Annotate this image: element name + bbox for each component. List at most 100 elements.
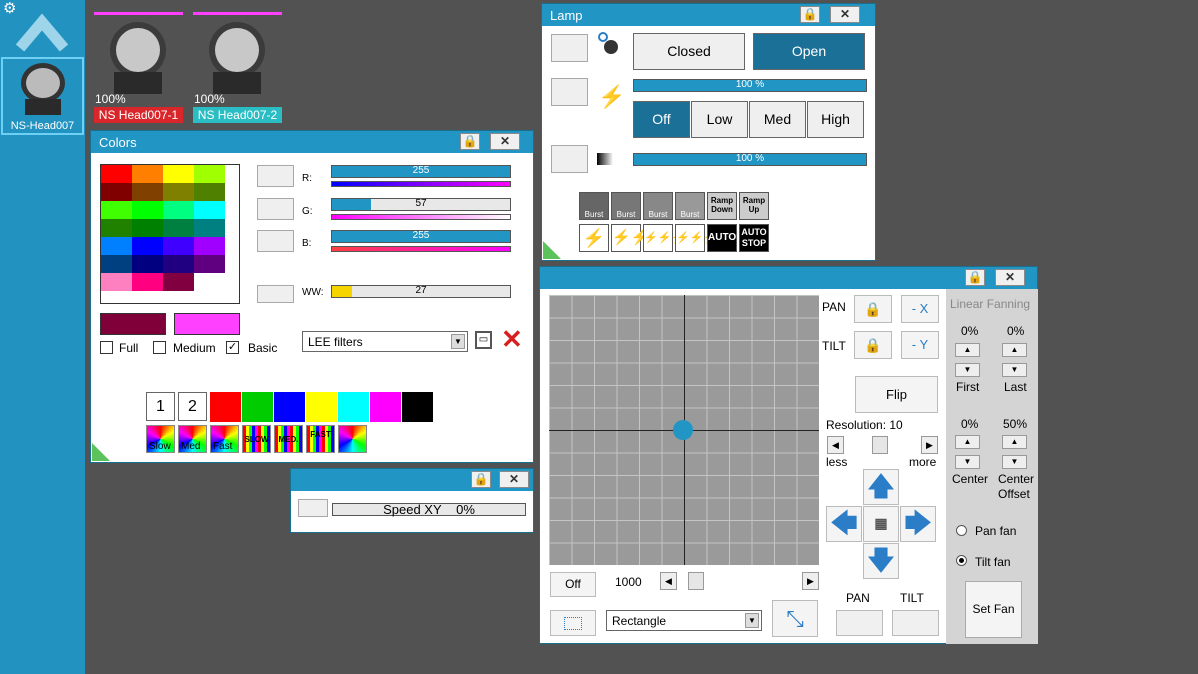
center-up-button[interactable]: ▲ — [955, 435, 980, 449]
quick-color-swatch[interactable] — [306, 392, 337, 422]
fixture-2[interactable]: 100% NS Head007-2 — [193, 12, 283, 124]
r-button[interactable] — [257, 165, 294, 187]
auto-button[interactable]: AUTO — [707, 224, 737, 252]
palette-swatch[interactable] — [101, 273, 132, 291]
set-fan-button[interactable]: Set Fan — [965, 581, 1022, 638]
palette-swatch[interactable] — [194, 165, 225, 183]
speed-right-arrow[interactable]: ▶ — [802, 572, 819, 590]
last-up-button[interactable]: ▲ — [1002, 343, 1027, 357]
preset-1-button[interactable]: 1 — [146, 392, 175, 421]
add-corner-icon[interactable] — [92, 443, 110, 461]
lock-icon[interactable]: 🔒 — [471, 471, 491, 488]
intensity-bar[interactable]: 100 % — [633, 153, 867, 166]
palette-swatch[interactable] — [163, 201, 194, 219]
ww-bar[interactable]: 27 — [331, 285, 511, 298]
save-icon[interactable]: ▭ — [475, 331, 492, 349]
palette-swatch[interactable] — [163, 237, 194, 255]
lock-icon[interactable]: 🔒 — [800, 6, 820, 23]
palette-swatch[interactable] — [101, 237, 132, 255]
sidebar-fixture[interactable]: NS-Head007 — [1, 57, 84, 135]
xy-position-marker[interactable] — [673, 420, 693, 440]
palette-swatch[interactable] — [132, 165, 163, 183]
preset-2-button[interactable]: 2 — [178, 392, 207, 421]
b-button[interactable] — [257, 230, 294, 252]
arrow-left-button[interactable]: 🡄 — [826, 506, 862, 542]
movement-titlebar[interactable] — [540, 267, 1037, 289]
palette-swatch[interactable] — [132, 255, 163, 273]
g-button[interactable] — [257, 198, 294, 220]
close-icon[interactable]: ✕ — [995, 269, 1025, 286]
burst-2-button[interactable]: Burst — [611, 192, 641, 220]
palette-swatch[interactable] — [194, 273, 225, 291]
g-bar[interactable]: 57 — [331, 198, 511, 211]
shape-select[interactable]: Rectangle ▼ — [606, 610, 762, 631]
delete-icon[interactable]: ✕ — [501, 326, 523, 352]
dimmer-bar[interactable]: 100 % — [633, 79, 867, 92]
palette-swatch[interactable] — [194, 237, 225, 255]
fast-effect-button[interactable]: Fast — [210, 425, 239, 453]
quick-color-swatch[interactable] — [274, 392, 305, 422]
lock-icon[interactable]: 🔒 — [460, 133, 480, 150]
speed-thumb[interactable] — [688, 572, 704, 590]
arrow-up-button[interactable]: 🡅 — [863, 469, 899, 505]
apply-shape-button[interactable]: ⤡ — [772, 600, 818, 637]
quick-color-swatch[interactable] — [370, 392, 401, 422]
full-checkbox[interactable] — [100, 341, 113, 354]
flip-button[interactable]: Flip — [855, 376, 938, 413]
palette-swatch[interactable] — [132, 219, 163, 237]
pan-lock-button[interactable]: 🔒 — [854, 295, 892, 323]
speed-left-arrow[interactable]: ◀ — [660, 572, 677, 590]
shutter-button[interactable] — [551, 34, 588, 62]
filter-select[interactable]: LEE filters ▼ — [302, 331, 468, 352]
palette-swatch[interactable] — [194, 219, 225, 237]
center-down-button[interactable]: ▼ — [955, 455, 980, 469]
burst-4-button[interactable]: Burst — [675, 192, 705, 220]
b-bar[interactable]: 255 — [331, 230, 511, 243]
strobe-2-button[interactable]: ⚡⚡ — [611, 224, 649, 252]
r-bar[interactable]: 255 — [331, 165, 511, 178]
strobe-4-button[interactable]: ⚡⚡⚡ — [675, 224, 717, 252]
quick-color-swatch[interactable] — [210, 392, 241, 422]
pan-fan-radio[interactable] — [956, 525, 967, 536]
palette-swatch[interactable] — [101, 183, 132, 201]
palette-swatch[interactable] — [163, 219, 194, 237]
quick-color-swatch[interactable] — [402, 392, 433, 422]
palette-swatch[interactable] — [163, 165, 194, 183]
palette-swatch[interactable] — [194, 255, 225, 273]
palette-swatch[interactable] — [163, 255, 194, 273]
resolution-left-arrow[interactable]: ◀ — [827, 436, 844, 454]
palette-swatch[interactable] — [101, 219, 132, 237]
quick-color-swatch[interactable] — [242, 392, 273, 422]
closed-button[interactable]: Closed — [633, 33, 745, 70]
burst-1-button[interactable]: Burst — [579, 192, 609, 220]
palette-swatch[interactable] — [163, 273, 194, 291]
palette-swatch[interactable] — [194, 201, 225, 219]
tilt-value-button[interactable] — [892, 610, 939, 636]
speed-button[interactable] — [298, 499, 328, 517]
arrow-down-button[interactable]: 🡇 — [863, 543, 899, 579]
quick-color-swatch[interactable] — [338, 392, 369, 422]
strobe-1-button[interactable]: ⚡ — [579, 224, 609, 252]
up-arrow-icon[interactable] — [16, 10, 68, 52]
arrow-right-button[interactable]: 🡆 — [900, 506, 936, 542]
palette-swatch[interactable] — [132, 183, 163, 201]
ramp-down-button[interactable]: Ramp Down — [707, 192, 737, 220]
off-button[interactable]: Off — [633, 101, 690, 138]
pan-value-button[interactable] — [836, 610, 883, 636]
palette-swatch[interactable] — [132, 273, 163, 291]
intensity-button[interactable] — [551, 145, 588, 173]
tilt-fan-radio[interactable] — [956, 555, 967, 566]
palette-swatch[interactable] — [101, 255, 132, 273]
speed-bar[interactable]: Speed XY 0% — [332, 503, 526, 516]
minus-x-button[interactable]: - X — [901, 295, 939, 323]
add-corner-icon[interactable] — [543, 241, 561, 259]
center-button[interactable]: ▦ — [863, 506, 899, 542]
strobe-3-button[interactable]: ⚡⚡⚡ — [643, 224, 685, 252]
palette-swatch[interactable] — [101, 165, 132, 183]
center-offset-up-button[interactable]: ▲ — [1002, 435, 1027, 449]
high-button[interactable]: High — [807, 101, 864, 138]
off-button[interactable]: Off — [550, 572, 596, 597]
random-color-button[interactable] — [338, 425, 367, 453]
speed-titlebar[interactable] — [291, 469, 533, 491]
palette-swatch[interactable] — [132, 201, 163, 219]
